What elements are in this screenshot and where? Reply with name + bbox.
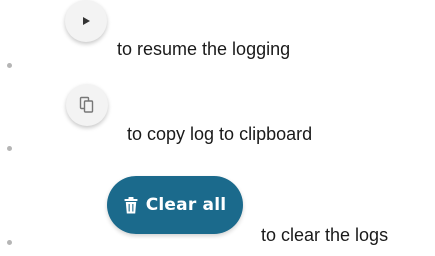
- resume-description: to resume the logging: [117, 39, 291, 59]
- clear-all-label: Clear all: [145, 195, 227, 215]
- trash-icon: [124, 196, 138, 214]
- copy-button[interactable]: [66, 84, 108, 126]
- clear-all-button[interactable]: Clear all: [107, 176, 243, 234]
- play-icon: [81, 16, 91, 26]
- copy-description: to copy log to clipboard: [127, 124, 313, 144]
- clear-description: to clear the logs: [261, 225, 389, 245]
- bullet: [7, 240, 12, 245]
- bullet: [7, 63, 12, 68]
- copy-icon: [79, 96, 95, 114]
- resume-button[interactable]: [65, 0, 107, 42]
- bullet: [7, 146, 12, 151]
